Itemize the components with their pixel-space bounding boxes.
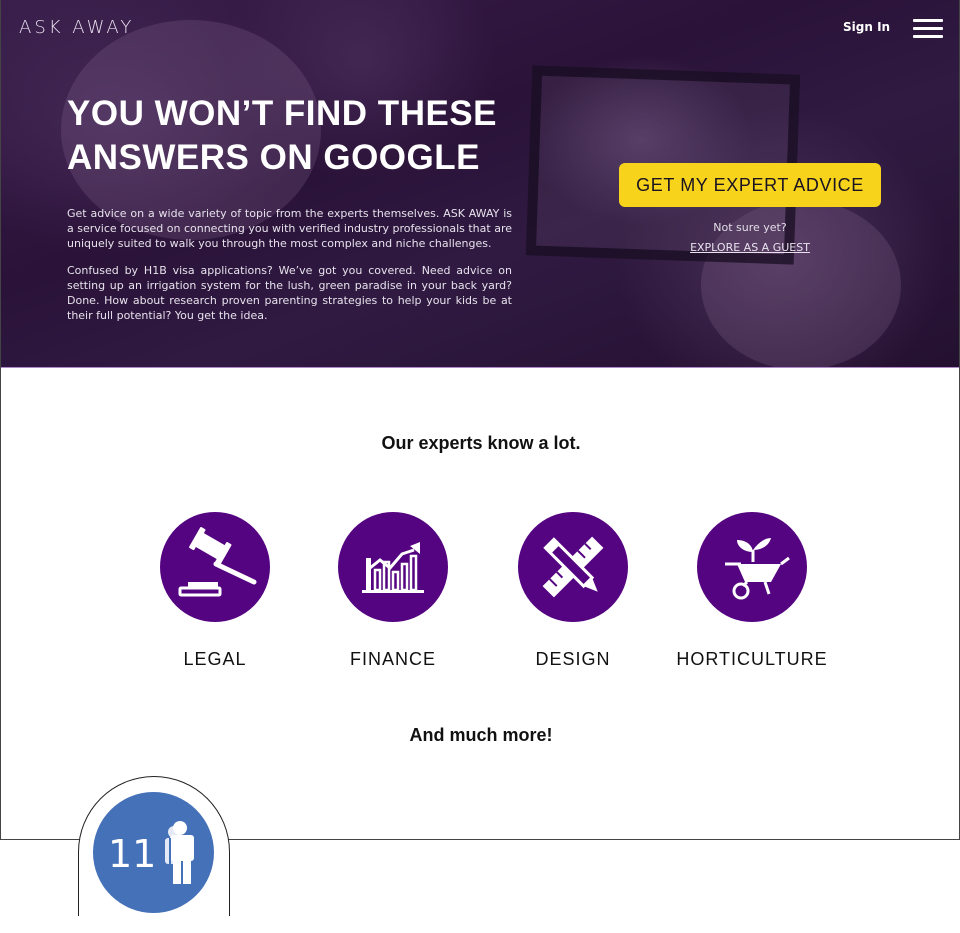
category-finance[interactable]: FINANCE <box>303 512 483 670</box>
category-design[interactable]: DESIGN <box>483 512 663 670</box>
category-legal[interactable]: LEGAL <box>125 512 305 670</box>
badge-count: 11 <box>108 832 157 876</box>
category-icon-circle <box>697 512 807 622</box>
category-label: DESIGN <box>535 649 611 669</box>
category-icon-circle <box>518 512 628 622</box>
menu-bar <box>913 27 943 30</box>
gavel-icon <box>178 527 257 597</box>
hero-examples-paragraph: Confused by H1B visa applications? We’ve… <box>67 264 512 322</box>
hero-section: ASK AWAY Sign In YOU WON’T FIND THESE AN… <box>1 0 959 368</box>
category-icon-circle <box>338 512 448 622</box>
pencil-ruler-icon <box>542 536 604 598</box>
menu-bar <box>913 19 943 22</box>
category-icon-circle <box>160 512 270 622</box>
chart-icon <box>362 542 424 593</box>
explore-as-guest-link[interactable]: EXPLORE AS A GUEST <box>619 241 881 254</box>
get-expert-advice-button[interactable]: GET MY EXPERT ADVICE <box>619 163 881 207</box>
page: ASK AWAY Sign In YOU WON’T FIND THESE AN… <box>0 0 960 840</box>
not-sure-text: Not sure yet? <box>713 221 787 234</box>
wheelbarrow-plant-icon <box>725 538 790 600</box>
category-label: FINANCE <box>349 649 436 669</box>
menu-bar <box>913 35 943 38</box>
category-horticulture[interactable]: HORTICULTURE <box>662 512 842 670</box>
much-more-text: And much more! <box>409 725 553 745</box>
experts-heading: Our experts know a lot. <box>381 433 581 453</box>
category-label: HORTICULTURE <box>676 649 828 669</box>
hero-intro-paragraph: Get advice on a wide variety of topic fr… <box>67 207 512 250</box>
hero-headline: YOU WON’T FIND THESE ANSWERS ON GOOGLE <box>67 94 497 177</box>
sign-in-link[interactable]: Sign In <box>843 20 890 34</box>
category-label: LEGAL <box>183 649 247 669</box>
people-icon <box>165 821 194 884</box>
logo[interactable]: ASK AWAY <box>19 17 134 38</box>
hamburger-menu-icon[interactable] <box>913 18 943 40</box>
